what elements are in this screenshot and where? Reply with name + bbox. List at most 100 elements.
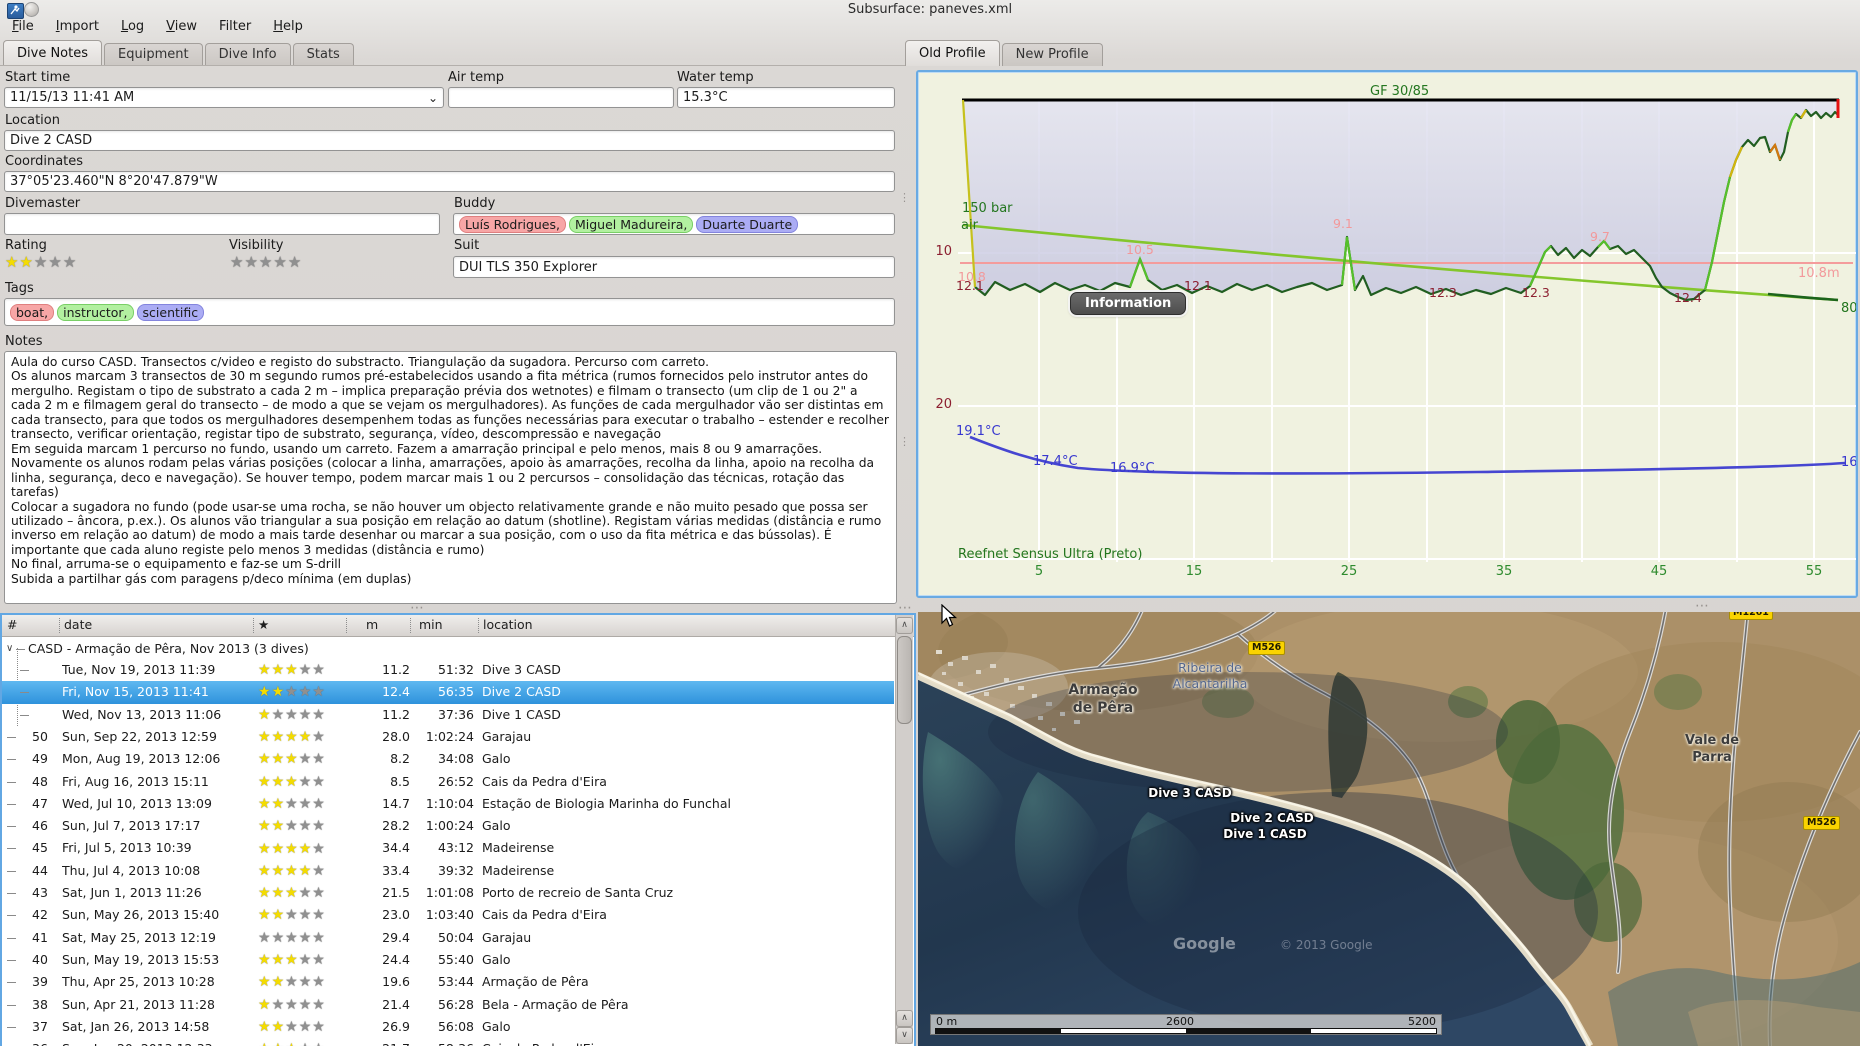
scroll-down-button[interactable]: ∨ — [896, 1027, 913, 1044]
col-header-duration[interactable]: min — [419, 617, 443, 632]
dive-profile-chart[interactable]: GF 30/85 10 20 150 bar air 80 10.8 10.8m… — [916, 70, 1858, 598]
tag-pill[interactable]: scientific — [136, 303, 205, 321]
start-time-combobox[interactable]: 11/15/13 11:41 AM ⌄ — [4, 87, 444, 108]
depth-mark: 12.4 — [1674, 290, 1702, 305]
menu-view[interactable]: View — [156, 18, 207, 37]
dive-date: Fri, Jul 5, 2013 10:39 — [62, 840, 192, 856]
table-row[interactable]: 44 Thu, Jul 4, 2013 10:08 ★ ★ ★ ★ ★ 33.4 39:… — [2, 860, 894, 882]
tab-dive-notes[interactable]: Dive Notes — [3, 40, 102, 66]
tab-stats[interactable]: Stats — [292, 43, 354, 66]
col-header-rating[interactable]: ★ — [258, 617, 269, 632]
table-row[interactable]: 48 Fri, Aug 16, 2013 15:11 ★ ★ ★ ★ ★ 8.5 26:… — [2, 771, 894, 793]
table-row[interactable]: 43 Sat, Jun 1, 2013 11:26 ★ ★ ★ ★ ★ 21.5 1:0… — [2, 882, 894, 904]
depth-mark: 12.3 — [1522, 285, 1550, 300]
tags-input[interactable]: boat, instructor, scientific — [4, 298, 895, 326]
table-row[interactable]: Tue, Nov 19, 2013 11:39 ★ ★ ★ ★ ★ 11.2 51:32… — [2, 659, 894, 681]
star-filled-icon: ★ — [271, 862, 286, 879]
buddy-pill[interactable]: Miguel Madureira, — [568, 215, 694, 233]
menu-file[interactable]: File — [2, 18, 44, 37]
scale-start: 0 m — [936, 1015, 958, 1028]
scroll-up-button[interactable]: ∧ — [896, 617, 913, 634]
visibility-stars[interactable]: ★★★★★ — [230, 255, 302, 271]
menu-import[interactable]: Import — [46, 18, 109, 37]
menu-filter[interactable]: Filter — [209, 18, 261, 37]
table-row[interactable]: Wed, Nov 13, 2013 11:06 ★ ★ ★ ★ ★ 11.2 37:36… — [2, 704, 894, 726]
table-row[interactable]: 38 Sun, Apr 21, 2013 11:28 ★ ★ ★ ★ ★ 21.4 56… — [2, 994, 894, 1016]
table-row[interactable]: 50 Sun, Sep 22, 2013 12:59 ★ ★ ★ ★ ★ 28.0 1:… — [2, 726, 894, 748]
location-input[interactable]: Dive 2 CASD — [4, 130, 895, 151]
star-filled-icon: ★ — [271, 1018, 286, 1035]
star-empty-icon: ★ — [258, 253, 274, 271]
star-filled-icon: ★ — [258, 1042, 272, 1046]
table-row[interactable]: 47 Wed, Jul 10, 2013 13:09 ★ ★ ★ ★ ★ 14.7 1:… — [2, 793, 894, 815]
scrollbar-thumb[interactable] — [897, 636, 912, 724]
table-row[interactable]: 40 Sun, May 19, 2013 15:53 ★ ★ ★ ★ ★ 24.4 55… — [2, 949, 894, 971]
dive-site-marker[interactable]: Dive 3 CASD — [1135, 786, 1245, 800]
dive-rating-stars: ★★★★★ — [258, 904, 346, 926]
table-row[interactable]: 42 Sun, May 26, 2013 15:40 ★ ★ ★ ★ ★ 23.0 1:… — [2, 904, 894, 926]
table-row[interactable]: 41 Sat, May 25, 2013 12:19 ★ ★ ★ ★ ★ 29.4 50… — [2, 927, 894, 949]
col-header-depth[interactable]: m — [366, 617, 378, 632]
divemaster-input[interactable] — [4, 213, 440, 235]
place-label: Vale de — [1684, 733, 1740, 748]
buddy-label: Buddy — [454, 196, 496, 211]
gas-label: air — [961, 218, 978, 233]
vsplitter-handle[interactable]: ⋮ — [899, 192, 910, 203]
tab-dive-info[interactable]: Dive Info — [204, 43, 291, 66]
table-row[interactable]: 45 Fri, Jul 5, 2013 10:39 ★ ★ ★ ★ ★ 34.4 43:… — [2, 837, 894, 859]
buddy-pill[interactable]: Luís Rodrigues, — [459, 215, 566, 233]
star-empty-icon: ★ — [312, 952, 326, 969]
air-temp-input[interactable] — [448, 87, 674, 108]
dive-rating-stars: ★★★★★ — [258, 971, 346, 993]
col-header-location[interactable]: location — [483, 617, 533, 632]
star-empty-icon: ★ — [312, 885, 326, 902]
table-row[interactable]: 46 Sun, Jul 7, 2013 17:17 ★ ★ ★ ★ ★ 28.2 1:0… — [2, 815, 894, 837]
dive-date: Sat, May 25, 2013 12:19 — [62, 929, 216, 945]
coordinates-input[interactable]: 37°05'23.460"N 8°20'47.879"W — [4, 171, 895, 192]
buddy-input[interactable]: Luís Rodrigues, Miguel Madureira, Duarte… — [453, 213, 895, 235]
star-filled-icon: ★ — [258, 684, 272, 701]
star-empty-icon: ★ — [244, 253, 259, 271]
gf-label: GF 30/85 — [1370, 84, 1430, 99]
trip-group-row[interactable]: ∨ CASD - Armação de Pêra, Nov 2013 (3 di… — [2, 638, 894, 659]
star-empty-icon: ★ — [312, 729, 326, 746]
buddy-pill[interactable]: Duarte Duarte — [696, 215, 799, 233]
table-row[interactable]: Fri, Nov 15, 2013 11:41 ★ ★ ★ ★ ★ 12.4 56:35… — [2, 681, 894, 704]
dive-depth: 33.4 — [382, 862, 410, 878]
dive-site-marker[interactable]: Dive 1 CASD — [1210, 827, 1320, 841]
tab-equipment[interactable]: Equipment — [104, 43, 203, 66]
dive-duration: 1:00:24 — [425, 818, 474, 834]
scroll-up-button[interactable]: ∧ — [896, 1010, 913, 1027]
rating-stars[interactable]: ★★★★★ — [5, 255, 77, 271]
vsplitter-handle[interactable]: ⋮ — [899, 436, 910, 447]
star-empty-icon: ★ — [285, 1018, 299, 1035]
col-header-number[interactable]: # — [7, 617, 17, 632]
depth-mark: 12.1 — [956, 278, 984, 293]
water-temp-input[interactable]: 15.3°C — [677, 87, 895, 108]
tab-old-profile[interactable]: Old Profile — [905, 40, 1000, 66]
star-empty-icon: ★ — [285, 996, 299, 1013]
tag-pill[interactable]: boat, — [10, 303, 55, 321]
dive-sites-map[interactable]: Armação de Pêra Ribeira de Alcantarilha … — [918, 612, 1860, 1046]
col-header-date[interactable]: date — [64, 617, 92, 632]
notes-textarea[interactable]: Aula do curso CASD. Transectos c/video e… — [4, 351, 897, 604]
table-row[interactable]: 36 Sun, Jan 20, 2013 12:33 ★★★★★ 21.7 58… — [2, 1038, 894, 1046]
dive-site-marker[interactable]: Dive 2 CASD — [1217, 811, 1327, 825]
star-empty-icon: ★ — [312, 684, 326, 701]
collapse-icon[interactable]: ∨ — [6, 638, 13, 659]
dive-list-table: # date ★ m min location ∨ CASD - Armação… — [0, 613, 916, 1046]
dive-location: Cais da Pedra d'Eira — [482, 773, 607, 789]
tag-pill[interactable]: instructor, — [57, 303, 134, 321]
tab-new-profile[interactable]: New Profile — [1001, 43, 1103, 66]
information-tooltip[interactable]: Information — [1070, 292, 1187, 315]
dive-rating-stars: ★★★★★ — [258, 1038, 346, 1046]
window-title: Subsurface: paneves.xml — [847, 2, 1013, 17]
table-row[interactable]: 39 Thu, Apr 25, 2013 10:28 ★ ★ ★ ★ ★ 19.6 53… — [2, 971, 894, 993]
suit-input[interactable]: DUI TLS 350 Explorer — [453, 256, 895, 278]
table-row[interactable]: 49 Mon, Aug 19, 2013 12:06 ★ ★ ★ ★ ★ 8.2 34:… — [2, 748, 894, 770]
road-badge: M526 — [1803, 816, 1841, 830]
menu-help[interactable]: Help — [263, 18, 313, 37]
table-row[interactable]: 37 Sat, Jan 26, 2013 14:58 ★ ★ ★ ★ ★ 26.9 56… — [2, 1016, 894, 1038]
menu-log[interactable]: Log — [111, 18, 154, 37]
time-axis-tick: 45 — [1650, 564, 1668, 579]
